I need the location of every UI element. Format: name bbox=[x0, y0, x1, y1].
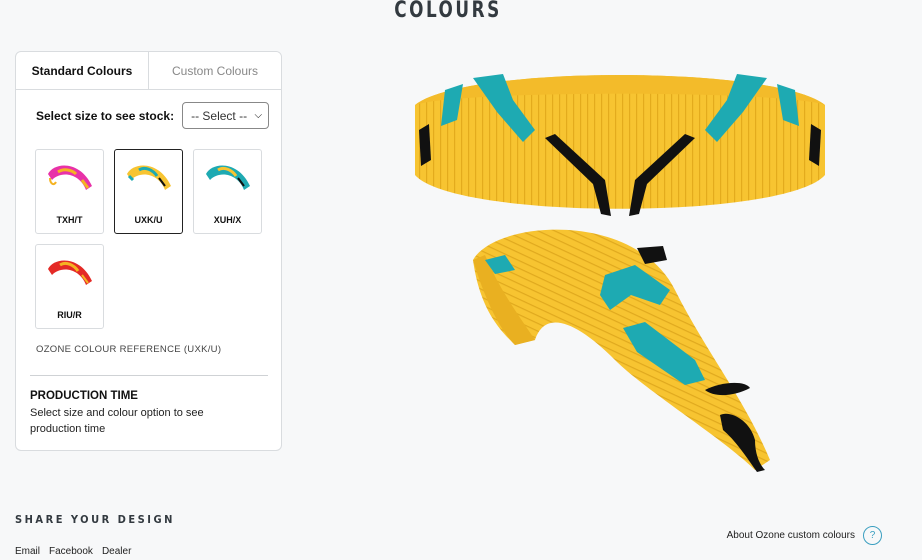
wing-side-view bbox=[473, 229, 770, 472]
size-row: Select size to see stock: -- Select -- ⌵ bbox=[36, 102, 270, 129]
share-email-link[interactable]: Email bbox=[15, 546, 40, 557]
divider bbox=[30, 375, 268, 376]
about-label[interactable]: About Ozone custom colours bbox=[727, 530, 855, 541]
size-label: Select size to see stock: bbox=[36, 108, 175, 123]
tab-standard-colours[interactable]: Standard Colours bbox=[16, 52, 149, 89]
wing-thumbnail-icon bbox=[127, 165, 171, 190]
swatch-riu[interactable]: RIU/R bbox=[35, 244, 104, 329]
colour-tabs: Standard Colours Custom Colours bbox=[16, 52, 281, 90]
production-time-text: Select size and colour option to see pro… bbox=[30, 407, 204, 435]
wing-thumbnail-icon bbox=[48, 165, 92, 190]
tab-custom-colours[interactable]: Custom Colours bbox=[149, 52, 281, 89]
share-links: Email Facebook Dealer bbox=[15, 546, 131, 557]
wing-thumbnail-icon bbox=[48, 260, 92, 285]
share-dealer-link[interactable]: Dealer bbox=[102, 546, 131, 557]
swatch-xuh[interactable]: XUH/X bbox=[193, 149, 262, 234]
swatch-uxk[interactable]: UXK/U bbox=[114, 149, 183, 234]
about-custom-colours[interactable]: About Ozone custom colours ? bbox=[727, 526, 882, 545]
production-time-title: PRODUCTION TIME bbox=[30, 390, 138, 402]
swatch-code: TXH/T bbox=[56, 215, 83, 225]
swatch-code: XUH/X bbox=[213, 215, 242, 225]
wing-front-view bbox=[415, 74, 825, 216]
swatch-code: RIU/R bbox=[57, 310, 82, 320]
share-title: SHARE YOUR DESIGN bbox=[15, 513, 175, 526]
share-facebook-link[interactable]: Facebook bbox=[49, 546, 93, 557]
chevron-down-icon: ⌵ bbox=[254, 110, 263, 121]
help-icon[interactable]: ? bbox=[863, 526, 882, 545]
swatch-txh[interactable]: TXH/T bbox=[35, 149, 104, 234]
page-title: COLOURS bbox=[394, 0, 502, 23]
wing-thumbnail-icon bbox=[206, 165, 250, 190]
size-select[interactable]: -- Select -- ⌵ bbox=[182, 102, 270, 129]
size-select-value: -- Select -- bbox=[191, 108, 248, 123]
colour-panel: Standard Colours Custom Colours Select s… bbox=[15, 51, 282, 451]
wing-preview bbox=[415, 74, 825, 472]
colour-reference: OZONE COLOUR REFERENCE (UXK/U) bbox=[36, 344, 222, 355]
swatch-code: UXK/U bbox=[134, 215, 163, 225]
